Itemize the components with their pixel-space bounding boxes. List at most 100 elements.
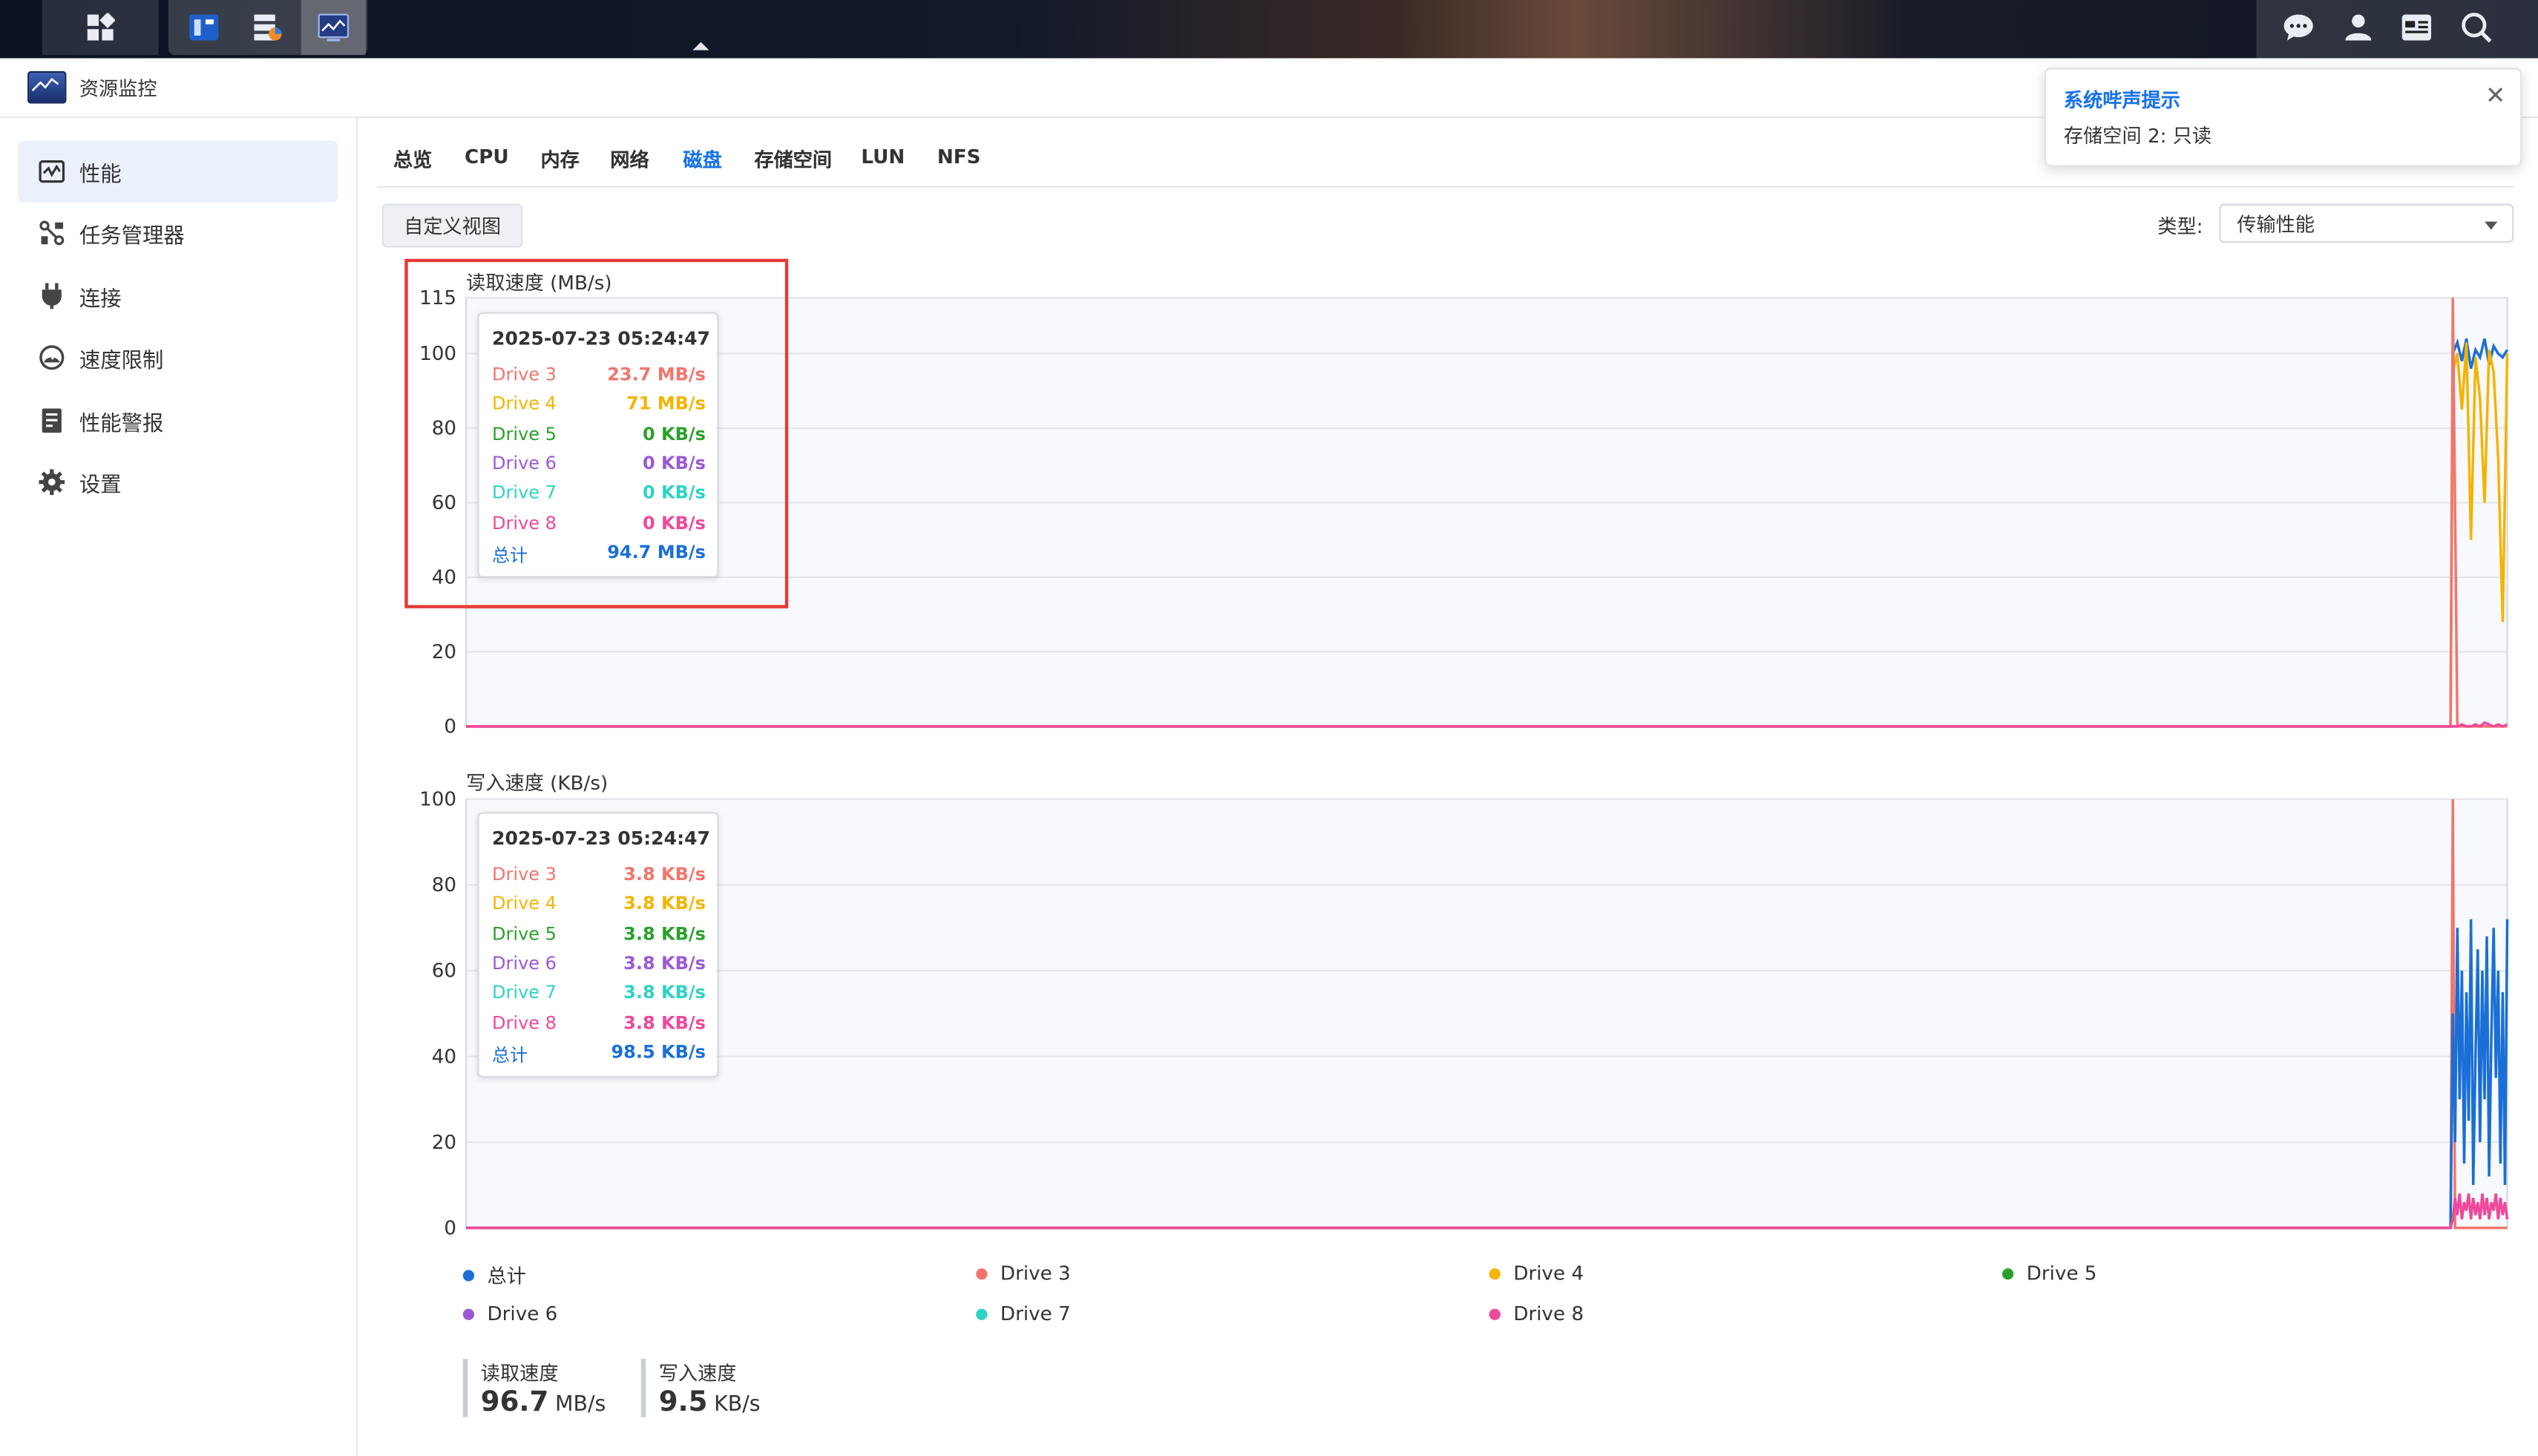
sidebar-item-label: 任务管理器 xyxy=(79,223,185,249)
tooltip-series-name: Drive 8 xyxy=(492,1011,557,1033)
tooltip-series-value: 3.8 KB/s xyxy=(623,893,706,915)
write-speed-unit: KB/s xyxy=(714,1392,761,1417)
tooltip-series-name: Drive 3 xyxy=(492,864,557,885)
search-icon[interactable] xyxy=(2444,0,2508,55)
plot-area xyxy=(465,798,2508,1229)
legend-dot xyxy=(2002,1268,2014,1279)
y-tick-label: 20 xyxy=(432,1132,456,1154)
legend-dot xyxy=(976,1268,988,1279)
notification-popup[interactable]: 系统哔声提示 存储空间 2: 只读 ✕ xyxy=(2044,68,2522,167)
close-icon[interactable]: ✕ xyxy=(2485,81,2505,110)
speed-limit-icon xyxy=(39,344,65,370)
alert-doc-icon xyxy=(39,407,65,433)
sidebar-item-settings[interactable]: 设置 xyxy=(18,451,338,513)
read-speed-label: 读取速度 xyxy=(480,1362,559,1386)
tooltip-row: Drive 6 3.8 KB/s xyxy=(492,953,706,979)
write-chart-tooltip: 2025-07-23 05:24:47 Drive 3 3.8 KB/s Drive… xyxy=(477,812,719,1078)
sidebar-item-label: 连接 xyxy=(79,286,122,312)
tab-overview[interactable]: 总览 xyxy=(393,145,432,173)
tooltip-series-name: 总计 xyxy=(492,1044,528,1066)
y-tick-label: 0 xyxy=(444,716,456,738)
sidebar-item-task-manager[interactable]: 任务管理器 xyxy=(18,203,338,264)
chevron-down-icon xyxy=(2485,221,2498,230)
app-grid-icon xyxy=(68,0,133,55)
tooltip-series-value: 3.8 KB/s xyxy=(623,952,706,974)
main-menu-button[interactable] xyxy=(42,0,159,56)
legend-label: 总计 xyxy=(487,1265,526,1288)
tooltip-series-value: 3.8 KB/s xyxy=(623,922,706,945)
legend-dot xyxy=(1489,1308,1501,1319)
tab-memory[interactable]: 内存 xyxy=(540,145,579,173)
write-speed-label: 写入速度 xyxy=(658,1362,737,1386)
user-icon[interactable] xyxy=(2326,0,2390,55)
highlight-box xyxy=(404,258,789,609)
tooltip-series-value: 3.8 KB/s xyxy=(623,1011,706,1033)
y-tick-label: 20 xyxy=(432,641,456,663)
tooltip-row: Drive 7 3.8 KB/s xyxy=(492,983,706,1009)
sidebar-item-performance[interactable]: 性能 xyxy=(17,140,338,203)
legend-item[interactable]: Drive 5 xyxy=(2002,1262,2097,1285)
y-tick-label: 0 xyxy=(444,1217,456,1239)
tooltip-series-value: 3.8 KB/s xyxy=(623,864,706,885)
legend-item[interactable]: Drive 6 xyxy=(462,1302,558,1325)
tooltip-row: Drive 8 3.8 KB/s xyxy=(492,1012,706,1038)
window-title: 资源监控 xyxy=(79,76,157,100)
storage-manager-icon[interactable] xyxy=(235,0,299,55)
chat-icon[interactable] xyxy=(2266,0,2331,55)
sidebar-item-connections[interactable]: 连接 xyxy=(18,266,338,327)
legend-dot xyxy=(1489,1268,1501,1279)
type-select[interactable]: 传输性能 xyxy=(2219,203,2514,243)
taskbar-tray xyxy=(2256,0,2538,59)
sidebar-item-performance-alerts[interactable]: 性能警报 xyxy=(18,390,338,451)
tooltip-series-name: Drive 7 xyxy=(492,982,557,1004)
resource-monitor-app-icon xyxy=(27,70,67,104)
read-speed-unit: MB/s xyxy=(555,1392,606,1417)
tab-network[interactable]: 网络 xyxy=(610,145,649,173)
tooltip-series-name: Drive 4 xyxy=(492,893,557,915)
sidebar-item-label: 性能 xyxy=(79,163,122,187)
tab-lun[interactable]: LUN xyxy=(861,145,905,168)
tooltip-series-value: 3.8 KB/s xyxy=(623,982,706,1004)
sidebar-item-label: 速度限制 xyxy=(79,348,164,373)
tab-cpu[interactable]: CPU xyxy=(465,145,509,168)
legend-item[interactable]: Drive 8 xyxy=(1489,1302,1584,1325)
legend-dot xyxy=(976,1308,988,1319)
write-speed-value: 9.5 xyxy=(658,1386,708,1419)
legend-dot xyxy=(462,1270,475,1282)
legend-label: Drive 4 xyxy=(1513,1262,1584,1285)
legend-label: Drive 8 xyxy=(1513,1302,1584,1325)
tooltip-timestamp: 2025-07-23 05:24:47 xyxy=(492,826,711,850)
y-tick-label: 80 xyxy=(432,874,456,896)
notification-title: 系统哔声提示 xyxy=(2063,88,2181,112)
legend-label: Drive 6 xyxy=(487,1302,558,1325)
legend-item[interactable]: Drive 3 xyxy=(976,1262,1071,1285)
tab-volume[interactable]: 存储空间 xyxy=(754,145,832,173)
legend-item[interactable]: Drive 4 xyxy=(1489,1262,1584,1285)
widgets-icon[interactable] xyxy=(2384,0,2449,55)
active-tab-indicator xyxy=(692,42,709,50)
y-tick-label: 40 xyxy=(432,1046,456,1068)
tab-nfs[interactable]: NFS xyxy=(937,145,981,168)
sidebar-item-speed-limit[interactable]: 速度限制 xyxy=(18,327,338,388)
tooltip-row: Drive 5 3.8 KB/s xyxy=(492,923,706,949)
write-speed-summary: 写入速度 9.5 KB/s xyxy=(640,1359,761,1419)
legend-dot xyxy=(462,1308,475,1319)
gear-icon xyxy=(39,469,65,496)
legend-item[interactable]: 总计 xyxy=(462,1262,526,1289)
sidebar-item-label: 设置 xyxy=(79,473,122,498)
plug-icon xyxy=(39,283,65,309)
task-manager-icon xyxy=(39,220,65,246)
custom-view-button[interactable]: 自定义视图 xyxy=(381,203,523,248)
tooltip-series-name: Drive 6 xyxy=(492,952,557,974)
y-tick-label: 100 xyxy=(419,789,456,811)
sidebar-item-label: 性能警报 xyxy=(79,411,164,436)
tooltip-row: Drive 3 3.8 KB/s xyxy=(492,864,706,890)
tooltip-row: 总计 98.5 KB/s xyxy=(492,1041,706,1067)
tab-disk[interactable]: 磁盘 xyxy=(683,145,721,173)
resource-monitor-taskbar-icon[interactable] xyxy=(301,0,366,56)
notification-message: 存储空间 2: 只读 xyxy=(2063,124,2212,148)
tooltip-row: Drive 4 3.8 KB/s xyxy=(492,893,706,919)
file-station-icon[interactable] xyxy=(171,0,236,55)
legend-label: Drive 3 xyxy=(1000,1262,1071,1285)
legend-item[interactable]: Drive 7 xyxy=(976,1302,1071,1325)
